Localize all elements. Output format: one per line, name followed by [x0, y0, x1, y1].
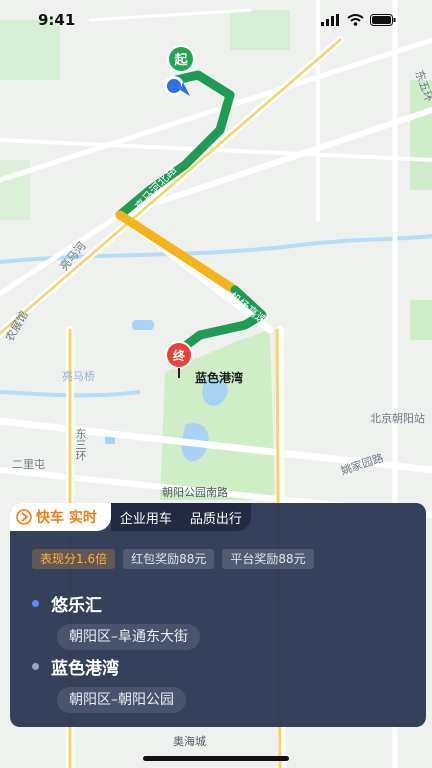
road-label: 奥海城	[173, 735, 206, 748]
destination-name: 蓝色港湾	[51, 659, 119, 679]
destination-address: 朝阳区–朝阳公园	[57, 687, 186, 713]
road-label: 朝阳公园南路	[162, 486, 228, 499]
battery-icon	[370, 14, 396, 26]
destination-dot-icon	[32, 663, 39, 670]
tab-enterprise[interactable]: 企业用车	[111, 503, 181, 531]
express-icon	[16, 509, 32, 525]
status-time: 9:41	[38, 11, 76, 29]
platform-reward-chip: 平台奖励88元	[222, 549, 314, 569]
tab-label: 企业用车	[119, 511, 172, 527]
end-marker-label: 终	[173, 348, 186, 363]
tab-premium[interactable]: 品质出行	[181, 503, 251, 531]
tab-label: 快车 实时	[36, 510, 97, 526]
tab-express-realtime[interactable]: 快车 实时	[10, 503, 111, 531]
wifi-icon	[347, 14, 364, 26]
start-marker[interactable]: 起	[167, 45, 195, 73]
destination-place[interactable]: 蓝色港湾 朝阳区–朝阳公园	[32, 654, 186, 713]
status-bar: 9:41	[0, 0, 432, 40]
status-icons	[321, 14, 396, 26]
tab-label: 品质出行	[189, 511, 242, 527]
road-label: 东三环	[74, 428, 87, 461]
performance-chip: 表现分1.6倍	[32, 549, 116, 569]
home-indicator[interactable]	[143, 756, 289, 761]
origin-name: 悠乐汇	[51, 596, 102, 616]
trip-card: 快车 实时 企业用车 品质出行 表现分1.6倍 红包奖励88元 平台奖励88元 …	[10, 503, 426, 727]
road-label: 亮马桥	[62, 370, 95, 383]
signal-icon	[321, 14, 339, 26]
destination-map-label: 蓝色港湾	[195, 371, 244, 385]
tab-strip: 企业用车 品质出行	[110, 503, 251, 531]
road-label: 二里屯	[12, 458, 45, 471]
reward-chips: 表现分1.6倍 红包奖励88元 平台奖励88元	[10, 531, 426, 569]
road-label: 北京朝阳站	[370, 412, 425, 425]
red-packet-chip: 红包奖励88元	[123, 549, 215, 569]
origin-place[interactable]: 悠乐汇 朝阳区–阜通东大街	[32, 591, 200, 650]
origin-dot-icon	[32, 600, 39, 607]
service-tabs: 快车 实时 企业用车 品质出行	[10, 503, 426, 531]
start-marker-label: 起	[173, 52, 188, 68]
origin-address: 朝阳区–阜通东大街	[57, 624, 200, 650]
